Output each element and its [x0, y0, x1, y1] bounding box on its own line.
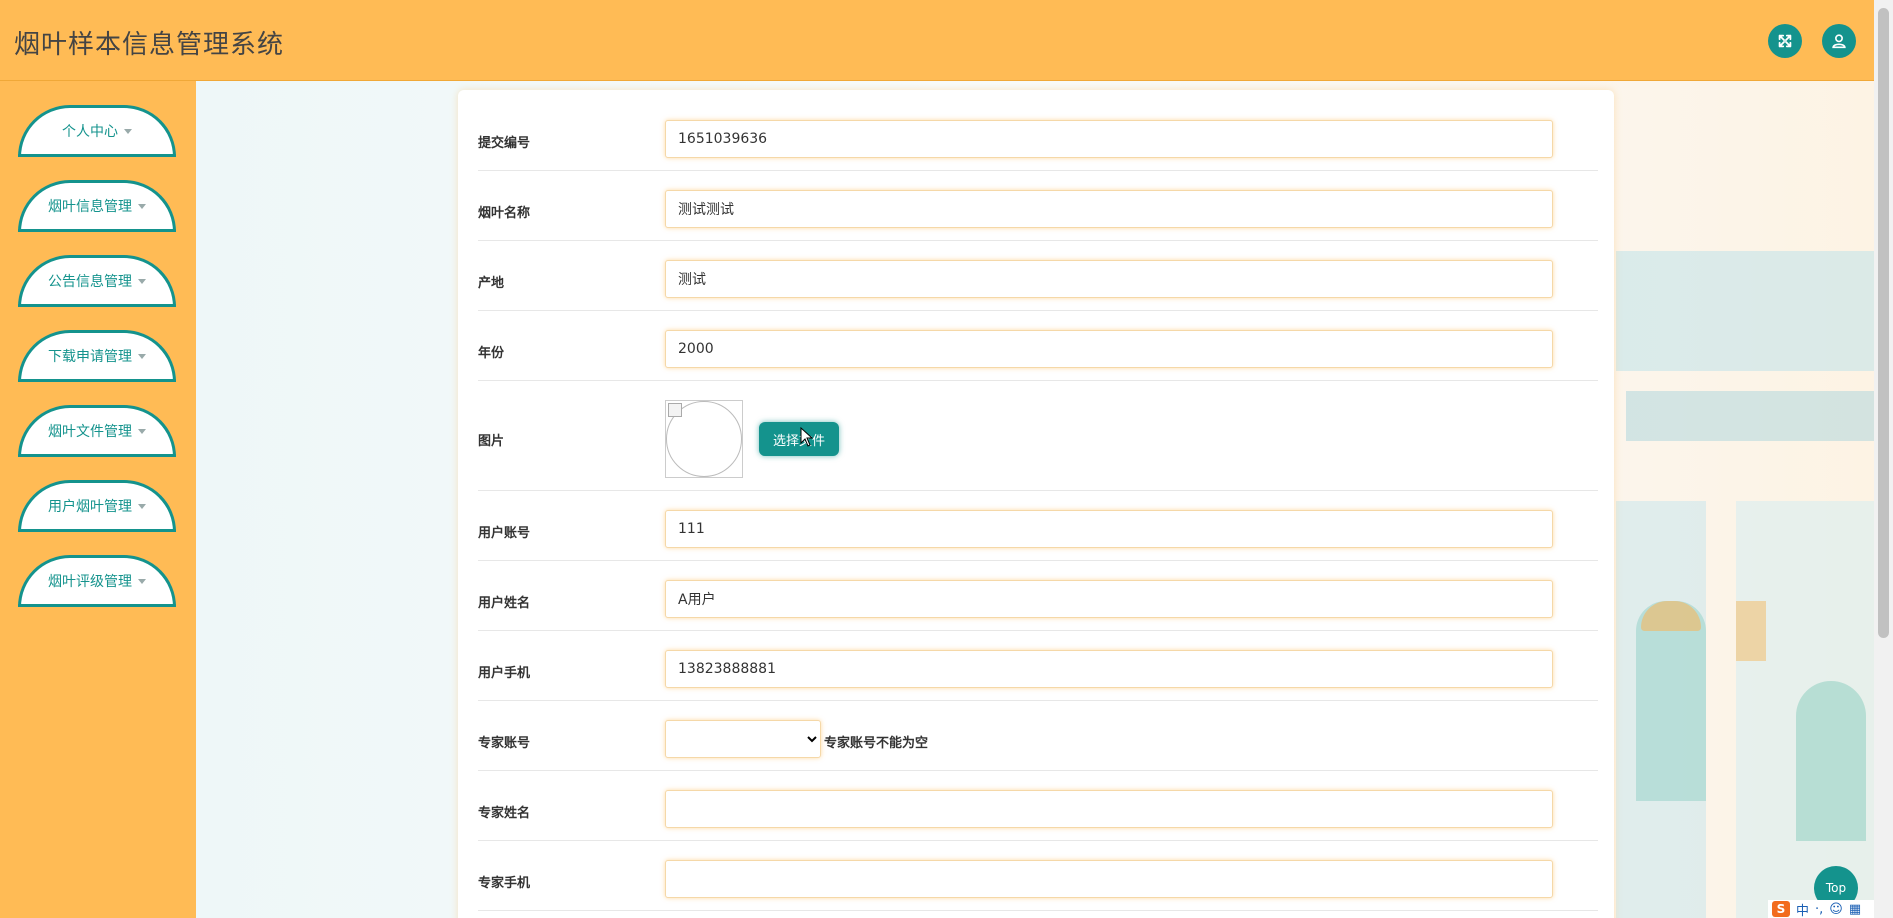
expert-account-select[interactable] — [665, 720, 821, 758]
choose-file-button[interactable]: 选择文件 — [759, 422, 839, 456]
scrollbar-thumb[interactable] — [1878, 8, 1889, 638]
leaf-name-input[interactable] — [665, 190, 1553, 228]
fullscreen-icon — [1778, 34, 1792, 48]
sidebar-item-leaf-grading[interactable]: 烟叶评级管理 — [18, 555, 176, 607]
expert-phone-input[interactable] — [665, 860, 1553, 898]
origin-label: 产地 — [478, 276, 505, 291]
user-account-label: 用户账号 — [478, 526, 531, 541]
edit-form-panel: 提交编号 烟叶名称 产地 年份 图片 选择文件 用户账号 用户姓名 用户手机 — [458, 90, 1614, 918]
expert-phone-label: 专家手机 — [478, 876, 531, 891]
ime-emoji-icon: ☺ — [1829, 901, 1843, 917]
user-icon — [1832, 34, 1846, 49]
broken-image-icon — [668, 403, 682, 417]
image-label: 图片 — [478, 434, 505, 449]
form-row-submit-no: 提交编号 — [478, 90, 1598, 171]
origin-input[interactable] — [665, 260, 1553, 298]
sidebar: 个人中心 烟叶信息管理 公告信息管理 下载申请管理 烟叶文件管理 用户烟叶管理 … — [0, 81, 196, 918]
sidebar-item-label: 烟叶文件管理 — [48, 424, 132, 440]
sidebar-item-label: 公告信息管理 — [48, 274, 132, 290]
year-input[interactable] — [665, 330, 1553, 368]
user-account-input[interactable] — [665, 510, 1553, 548]
expert-name-label: 专家姓名 — [478, 806, 531, 821]
caret-down-icon — [138, 278, 146, 284]
sidebar-item-label: 个人中心 — [62, 124, 118, 140]
user-phone-label: 用户手机 — [478, 666, 531, 681]
caret-down-icon — [124, 128, 132, 134]
app-header: 烟叶样本信息管理系统 — [0, 0, 1874, 81]
form-row-user-name: 用户姓名 — [478, 560, 1598, 631]
user-name-label: 用户姓名 — [478, 596, 531, 611]
app-title: 烟叶样本信息管理系统 — [14, 30, 285, 60]
user-phone-input[interactable] — [665, 650, 1553, 688]
sogou-logo-icon: S — [1772, 901, 1790, 917]
ime-toolbar[interactable]: S 中 ·, ☺ ▦ — [1768, 900, 1878, 918]
year-label: 年份 — [478, 346, 505, 361]
caret-down-icon — [138, 428, 146, 434]
form-row-year: 年份 — [478, 310, 1598, 381]
sidebar-item-label: 下载申请管理 — [48, 349, 132, 365]
fullscreen-button[interactable] — [1768, 24, 1802, 58]
mouse-cursor-icon — [800, 427, 814, 447]
user-menu-button[interactable] — [1822, 24, 1856, 58]
sidebar-item-notice-info[interactable]: 公告信息管理 — [18, 255, 176, 307]
leaf-name-label: 烟叶名称 — [478, 206, 531, 221]
form-row-image: 图片 选择文件 — [478, 380, 1598, 491]
sidebar-item-leaf-info[interactable]: 烟叶信息管理 — [18, 180, 176, 232]
ime-mode-label: 中 — [1796, 903, 1810, 918]
form-row-user-account: 用户账号 — [478, 490, 1598, 561]
sidebar-item-leaf-file[interactable]: 烟叶文件管理 — [18, 405, 176, 457]
page-scrollbar[interactable] — [1874, 0, 1893, 918]
user-name-input[interactable] — [665, 580, 1553, 618]
expert-account-label: 专家账号 — [478, 736, 531, 751]
form-row-expert-name: 专家姓名 — [478, 770, 1598, 841]
ime-punct-icon: ·, — [1815, 901, 1824, 917]
sidebar-item-download-request[interactable]: 下载申请管理 — [18, 330, 176, 382]
sidebar-item-user-leaf[interactable]: 用户烟叶管理 — [18, 480, 176, 532]
form-row-leaf-name: 烟叶名称 — [478, 170, 1598, 241]
sidebar-item-label: 用户烟叶管理 — [48, 499, 132, 515]
submit-no-label: 提交编号 — [478, 136, 531, 151]
submit-no-input[interactable] — [665, 120, 1553, 158]
form-row-expert-phone: 专家手机 — [478, 840, 1598, 911]
caret-down-icon — [138, 578, 146, 584]
form-row-origin: 产地 — [478, 240, 1598, 311]
image-preview — [665, 400, 743, 478]
caret-down-icon — [138, 503, 146, 509]
sidebar-item-label: 烟叶评级管理 — [48, 574, 132, 590]
form-row-user-phone: 用户手机 — [478, 630, 1598, 701]
expert-account-error: 专家账号不能为空 — [824, 736, 929, 751]
sidebar-item-label: 烟叶信息管理 — [48, 199, 132, 215]
sidebar-item-personal-center[interactable]: 个人中心 — [18, 105, 176, 157]
caret-down-icon — [138, 353, 146, 359]
form-row-expert-account: 专家账号 专家账号不能为空 — [478, 700, 1598, 771]
caret-down-icon — [138, 203, 146, 209]
ime-keyboard-icon: ▦ — [1848, 901, 1862, 917]
expert-name-input[interactable] — [665, 790, 1553, 828]
